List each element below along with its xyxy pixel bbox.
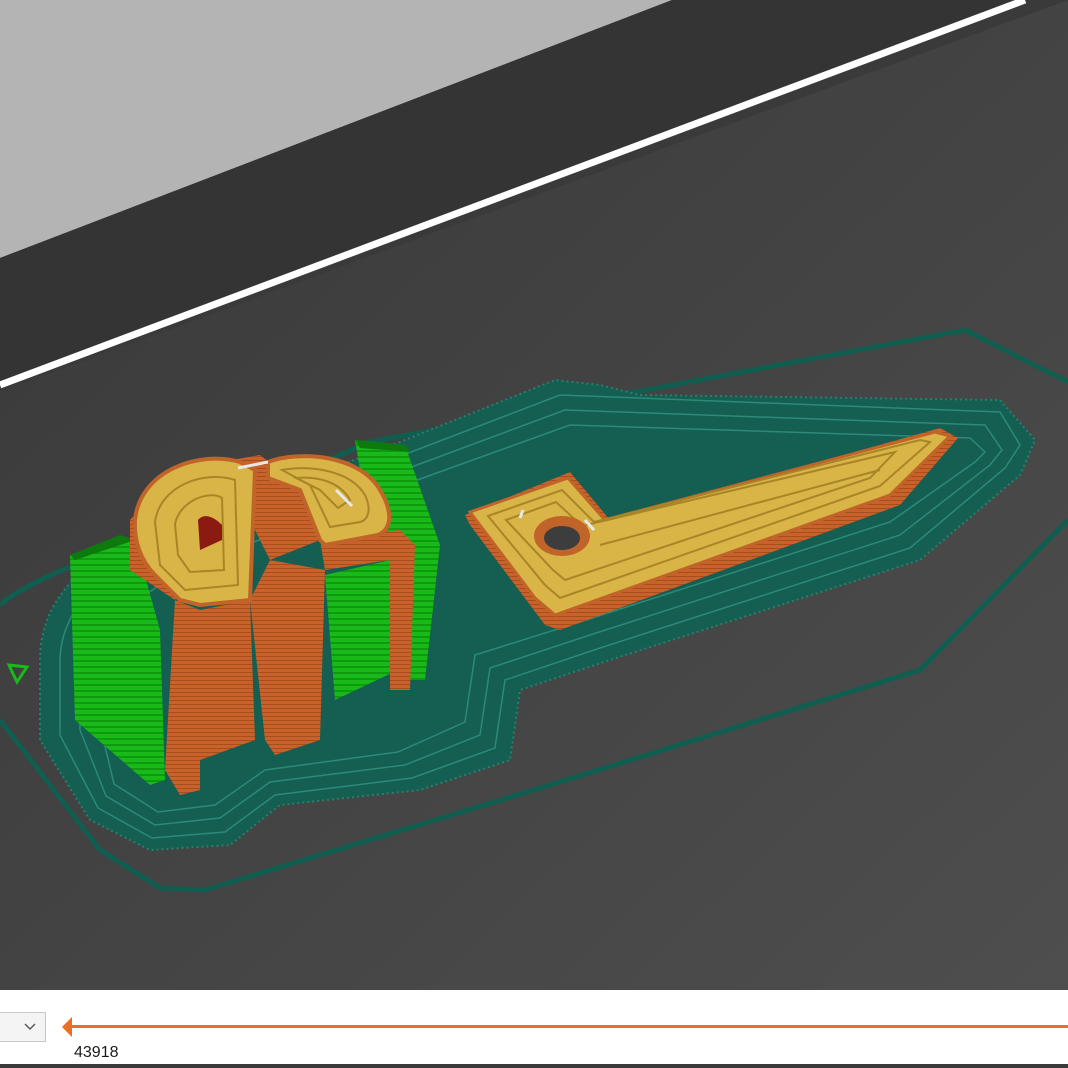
move-slider-track <box>66 1025 1068 1028</box>
gcode-move-slider[interactable] <box>60 1014 1068 1040</box>
3d-preview-viewport[interactable] <box>0 0 1068 990</box>
move-slider-thumb[interactable] <box>60 1017 72 1037</box>
window-bottom-edge <box>0 1064 1068 1068</box>
move-slider-value: 43918 <box>74 1044 119 1061</box>
gcode-preview-window: 43918 <box>0 0 1068 1068</box>
preview-bottom-bar: 43918 <box>0 990 1068 1068</box>
view-type-dropdown[interactable] <box>0 1012 46 1042</box>
chevron-down-icon <box>24 1023 36 1030</box>
preview-scene <box>0 0 1068 990</box>
